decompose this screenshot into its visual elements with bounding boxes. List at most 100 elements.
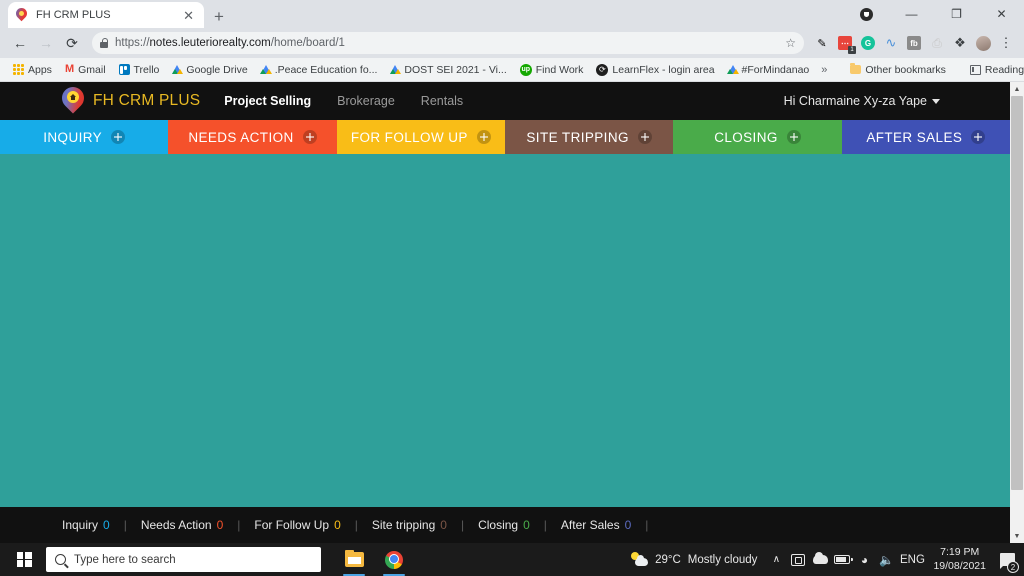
password-manager-icon[interactable]: ⋯ 1 [835, 33, 856, 54]
status-label: After Sales [560, 518, 620, 532]
divider: | [645, 518, 649, 532]
close-icon[interactable]: ✕ [181, 9, 196, 22]
forward-icon[interactable]: → [34, 31, 58, 55]
back-icon[interactable]: ← [8, 31, 32, 55]
notification-icon[interactable]: 2 [994, 543, 1020, 576]
clock[interactable]: 7:19 PM 19/08/2021 [927, 546, 994, 572]
bookmark-dost-sei[interactable]: DOST SEI 2021 - Vi... [385, 62, 511, 78]
weather-widget[interactable]: 29°C Mostly cloudy [623, 552, 765, 567]
wave-icon[interactable]: ∿ [881, 33, 901, 53]
column-label: FOR FOLLOW UP [350, 129, 468, 145]
download-profile-icon[interactable] [844, 0, 889, 28]
status-closing: Closing 0 [478, 518, 530, 532]
status-label: Inquiry [62, 518, 99, 532]
printer-icon[interactable]: ⎙ [927, 33, 947, 53]
brand-name: FH CRM PLUS [93, 92, 201, 109]
plus-circle-icon[interactable] [637, 130, 652, 144]
column-header-site-tripping[interactable]: SITE TRIPPING [504, 120, 674, 154]
bookmark-trello[interactable]: Trello [114, 62, 165, 78]
notification-count: 2 [1007, 561, 1019, 573]
plus-circle-icon[interactable] [111, 130, 126, 144]
grammarly-icon[interactable]: G [858, 33, 878, 53]
bookmark-peace-education[interactable]: .Peace Education fo... [256, 62, 383, 78]
other-bookmarks-button[interactable]: Other bookmarks [845, 62, 951, 78]
column-header-after-sales[interactable]: AFTER SALES [841, 120, 1010, 154]
user-menu[interactable]: Hi Charmaine Xy-za Yape [784, 94, 940, 108]
bookmark-apps[interactable]: Apps [8, 62, 57, 78]
status-count: 0 [334, 518, 341, 532]
start-button[interactable] [4, 543, 44, 576]
volume-icon[interactable]: 🔈 [875, 543, 897, 576]
close-window-button[interactable]: ✕ [979, 0, 1024, 28]
bookmark-google-drive[interactable]: Google Drive [167, 62, 252, 78]
upwork-icon: up [519, 63, 532, 76]
page-scrollbar[interactable]: ▲ ▼ [1010, 82, 1024, 543]
column-label: CLOSING [714, 129, 778, 145]
google-chrome-icon[interactable] [375, 543, 413, 576]
windows-taskbar: Type here to search 29°C Mostly cloudy ∧… [0, 543, 1024, 576]
plus-circle-icon[interactable] [476, 130, 491, 144]
scroll-down-icon[interactable]: ▼ [1010, 529, 1024, 543]
bookmark-star-icon[interactable]: ☆ [785, 36, 796, 50]
folder-icon [850, 63, 862, 74]
trello-icon [118, 64, 130, 75]
bookmarks-overflow-button[interactable]: » [817, 64, 831, 76]
google-drive-icon [171, 65, 184, 74]
column-header-inquiry[interactable]: INQUIRY [0, 120, 169, 154]
column-header-closing[interactable]: CLOSING [673, 120, 842, 154]
plus-circle-icon[interactable] [302, 130, 317, 144]
chrome-menu-icon[interactable]: ⋮ [996, 33, 1016, 53]
address-bar[interactable]: https://notes.leuteriorealty.com/home/bo… [92, 32, 804, 54]
window-controls: — ❐ ✕ [844, 0, 1024, 28]
nav-item-rentals[interactable]: Rentals [421, 94, 463, 108]
board-canvas[interactable] [0, 154, 1010, 507]
nav-item-brokerage[interactable]: Brokerage [337, 94, 395, 108]
taskbar-search-input[interactable]: Type here to search [46, 547, 321, 572]
bookmark-formindanao[interactable]: #ForMindanao [723, 62, 815, 78]
plus-circle-icon[interactable] [786, 130, 801, 144]
bookmark-gmail[interactable]: M Gmail [60, 62, 111, 78]
scroll-up-icon[interactable]: ▲ [1010, 82, 1024, 96]
bookmark-label: Gmail [78, 63, 106, 76]
new-tab-button[interactable]: + [214, 8, 224, 25]
browser-tab[interactable]: FH CRM PLUS ✕ [8, 2, 204, 28]
url-text: https://notes.leuteriorealty.com/home/bo… [115, 37, 345, 49]
maximize-button[interactable]: ❐ [934, 0, 979, 28]
language-indicator[interactable]: ENG [897, 543, 927, 576]
bookmark-learnflex[interactable]: ⟳ LearnFlex - login area [591, 62, 719, 78]
chrome-browser-window: FH CRM PLUS ✕ + — ❐ ✕ ← → ⟳ https://note… [0, 0, 1024, 543]
column-header-for-follow-up[interactable]: FOR FOLLOW UP [336, 120, 505, 154]
facebook-tool-icon[interactable]: fb [904, 33, 924, 53]
reload-icon[interactable]: ⟳ [60, 31, 84, 55]
status-count: 0 [440, 518, 447, 532]
onedrive-icon[interactable] [809, 543, 831, 576]
battery-icon[interactable] [831, 543, 853, 576]
status-count: 0 [216, 518, 224, 532]
nav-item-project-selling[interactable]: Project Selling [224, 94, 311, 108]
other-bookmarks-label: Other bookmarks [865, 63, 946, 76]
minimize-button[interactable]: — [889, 0, 934, 28]
tray-overflow-icon[interactable]: ∧ [765, 543, 787, 576]
search-placeholder: Type here to search [74, 553, 176, 566]
file-explorer-icon[interactable] [335, 543, 373, 576]
brand-logo[interactable]: FH CRM PLUS [57, 82, 201, 116]
bookmark-label: Google Drive [186, 63, 248, 76]
bookmark-find-work[interactable]: up Find Work [515, 62, 589, 78]
url-scheme: https:// [115, 37, 150, 49]
google-drive-icon [389, 65, 402, 74]
scrollbar-thumb[interactable] [1011, 96, 1023, 490]
wifi-icon[interactable]: ◕ [853, 543, 875, 576]
screen-share-icon[interactable] [787, 543, 809, 576]
search-icon [55, 554, 66, 565]
reading-list-button[interactable]: Reading list [965, 62, 1024, 78]
main-nav: Project Selling Brokerage Rentals [224, 94, 463, 108]
extensions-puzzle-icon[interactable]: ❖ [950, 33, 970, 53]
profile-avatar[interactable] [973, 33, 993, 53]
taskbar-pinned-apps [335, 543, 413, 576]
system-tray: 29°C Mostly cloudy ∧ ◕ 🔈 ENG 7:19 PM 19/… [623, 543, 1024, 576]
learnflex-icon: ⟳ [596, 63, 609, 76]
status-label: Needs Action [140, 518, 212, 532]
column-header-needs-action[interactable]: NEEDS ACTION [168, 120, 337, 154]
plus-circle-icon[interactable] [971, 130, 986, 144]
eyedropper-icon[interactable]: ✎ [812, 33, 832, 53]
